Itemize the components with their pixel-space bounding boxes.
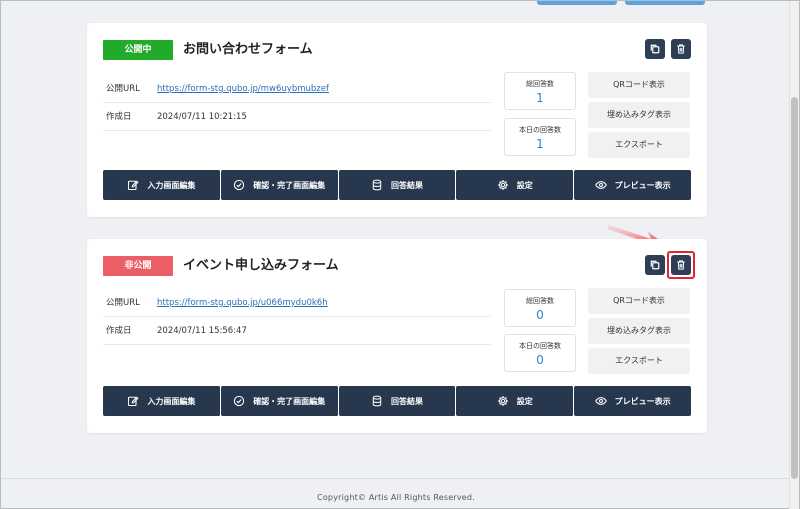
trash-icon bbox=[677, 44, 685, 54]
copy-icon bbox=[650, 260, 660, 270]
embed-tag-button[interactable]: 埋め込みタグ表示 bbox=[588, 318, 690, 344]
preview-button[interactable]: プレビュー表示 bbox=[574, 386, 691, 416]
public-url-link[interactable]: https://form-stg.qubo.jp/mw6uybmubzef bbox=[157, 75, 329, 103]
copy-icon bbox=[650, 44, 660, 54]
results-label: 回答結果 bbox=[390, 180, 423, 190]
export-button[interactable]: エクスポート bbox=[588, 132, 690, 158]
settings-label: 設定 bbox=[516, 180, 533, 190]
delete-button[interactable] bbox=[671, 39, 691, 59]
form-title: イベント申し込みフォーム bbox=[183, 258, 339, 273]
status-badge-public: 公開中 bbox=[103, 40, 173, 60]
settings-label: 設定 bbox=[516, 396, 533, 406]
created-date-label: 作成日 bbox=[106, 112, 132, 122]
today-responses-label: 本日の回答数 bbox=[519, 126, 561, 134]
today-responses-box: 本日の回答数 0 bbox=[504, 334, 576, 372]
action-bar: 入力画面編集 確認・完了画面編集 回答結果 設定 プレビュー表示 bbox=[103, 170, 691, 200]
database-icon bbox=[372, 395, 382, 407]
delete-button[interactable] bbox=[671, 255, 691, 275]
total-responses-label: 総回答数 bbox=[526, 80, 554, 88]
qr-code-button[interactable]: QRコード表示 bbox=[588, 288, 690, 314]
copy-button[interactable] bbox=[645, 255, 665, 275]
created-date-value: 2024/07/11 15:56:47 bbox=[157, 326, 247, 336]
embed-tag-button[interactable]: 埋め込みタグ表示 bbox=[588, 102, 690, 128]
edit-confirm-screen-label: 確認・完了画面編集 bbox=[253, 396, 326, 406]
today-responses-box: 本日の回答数 1 bbox=[504, 118, 576, 156]
created-date-value: 2024/07/11 10:21:15 bbox=[157, 112, 247, 122]
created-date-row: 作成日 2024/07/11 10:21:15 bbox=[103, 103, 491, 131]
edit-input-screen-button[interactable]: 入力画面編集 bbox=[103, 386, 221, 416]
form-card: 公開中 お問い合わせフォーム 公開URL https://form-stg.qu… bbox=[87, 23, 707, 217]
today-responses-label: 本日の回答数 bbox=[519, 342, 561, 350]
settings-button[interactable]: 設定 bbox=[456, 386, 575, 416]
top-button-right[interactable] bbox=[625, 1, 705, 5]
edit-icon bbox=[128, 396, 139, 407]
public-url-row: 公開URL https://form-stg.qubo.jp/u066mydu0… bbox=[103, 289, 491, 317]
top-button-left[interactable] bbox=[537, 1, 617, 5]
total-responses-box: 総回答数 0 bbox=[504, 289, 576, 327]
edit-icon bbox=[128, 180, 139, 191]
results-label: 回答結果 bbox=[390, 396, 423, 406]
eye-icon bbox=[594, 397, 607, 405]
footer-divider bbox=[1, 478, 791, 479]
public-url-row: 公開URL https://form-stg.qubo.jp/mw6uybmub… bbox=[103, 75, 491, 103]
results-button[interactable]: 回答結果 bbox=[338, 386, 457, 416]
status-badge-private: 非公開 bbox=[103, 256, 173, 276]
form-card: 非公開 イベント申し込みフォーム 公開URL https://form-stg.… bbox=[87, 239, 707, 433]
created-date-label: 作成日 bbox=[106, 326, 132, 336]
public-url-link[interactable]: https://form-stg.qubo.jp/u066mydu0k6h bbox=[157, 289, 328, 317]
edit-confirm-screen-button[interactable]: 確認・完了画面編集 bbox=[220, 386, 339, 416]
copy-button[interactable] bbox=[645, 39, 665, 59]
form-title: お問い合わせフォーム bbox=[183, 42, 313, 57]
total-responses-box: 総回答数 1 bbox=[504, 72, 576, 110]
scrollbar-thumb[interactable] bbox=[791, 97, 798, 479]
settings-button[interactable]: 設定 bbox=[456, 170, 575, 200]
qr-code-button[interactable]: QRコード表示 bbox=[588, 72, 690, 98]
today-responses-value: 1 bbox=[536, 137, 544, 151]
edit-input-screen-label: 入力画面編集 bbox=[147, 180, 196, 190]
action-bar: 入力画面編集 確認・完了画面編集 回答結果 設定 プレビュー表示 bbox=[103, 386, 691, 416]
database-icon bbox=[372, 179, 382, 191]
check-circle-icon bbox=[234, 395, 245, 407]
check-circle-icon bbox=[234, 179, 245, 191]
total-responses-value: 1 bbox=[536, 91, 544, 105]
public-url-label: 公開URL bbox=[106, 84, 140, 94]
footer-copyright: Copyright© Artis All Rights Reserved. bbox=[317, 493, 475, 502]
edit-input-screen-button[interactable]: 入力画面編集 bbox=[103, 170, 221, 200]
preview-button[interactable]: プレビュー表示 bbox=[574, 170, 691, 200]
edit-input-screen-label: 入力画面編集 bbox=[147, 396, 196, 406]
trash-icon bbox=[677, 260, 685, 270]
results-button[interactable]: 回答結果 bbox=[338, 170, 457, 200]
gear-icon bbox=[497, 396, 508, 406]
eye-icon bbox=[594, 181, 607, 189]
gear-icon bbox=[497, 180, 508, 190]
preview-label: プレビュー表示 bbox=[614, 180, 671, 190]
total-responses-value: 0 bbox=[536, 308, 544, 322]
export-button[interactable]: エクスポート bbox=[588, 348, 690, 374]
edit-confirm-screen-button[interactable]: 確認・完了画面編集 bbox=[220, 170, 339, 200]
total-responses-label: 総回答数 bbox=[526, 297, 554, 305]
created-date-row: 作成日 2024/07/11 15:56:47 bbox=[103, 317, 491, 345]
public-url-label: 公開URL bbox=[106, 298, 140, 308]
edit-confirm-screen-label: 確認・完了画面編集 bbox=[253, 180, 326, 190]
preview-label: プレビュー表示 bbox=[614, 396, 671, 406]
today-responses-value: 0 bbox=[536, 353, 544, 367]
